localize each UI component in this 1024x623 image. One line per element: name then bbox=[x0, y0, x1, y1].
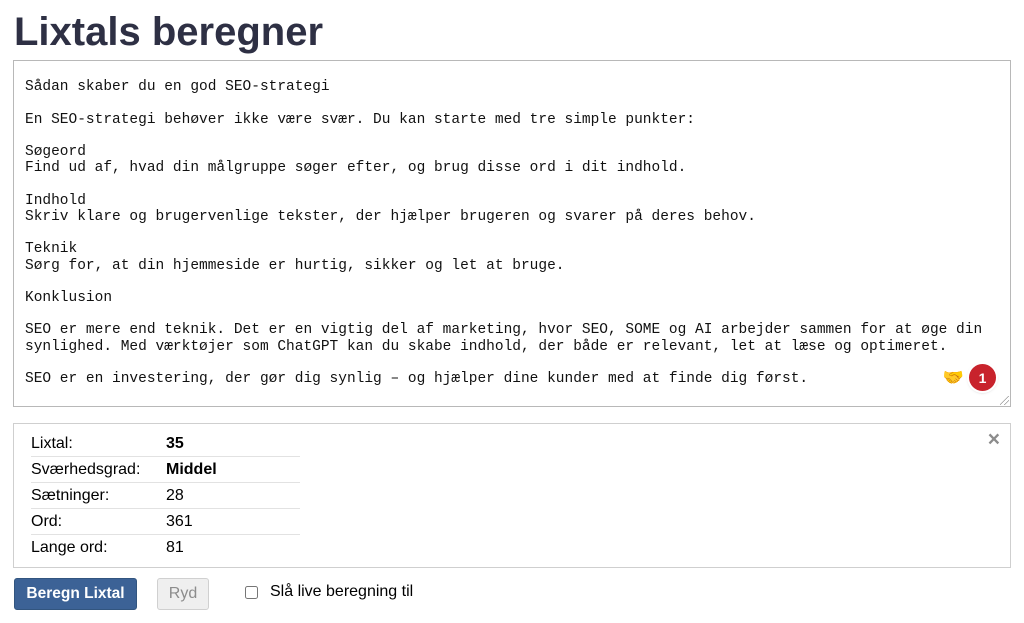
stat-label: Lixtal: bbox=[31, 431, 166, 457]
stats-table: Lixtal: 35 Sværhedsgrad: Middel Sætninge… bbox=[31, 431, 300, 560]
stat-row-difficulty: Sværhedsgrad: Middel bbox=[31, 456, 300, 483]
live-calculation-label: Slå live beregning til bbox=[270, 583, 414, 600]
page-title: Lixtals beregner bbox=[14, 10, 324, 54]
stat-value: 361 bbox=[166, 508, 300, 535]
stat-label: Ord: bbox=[31, 508, 166, 535]
stat-value: Middel bbox=[166, 456, 300, 483]
handshake-icon[interactable]: 🤝 bbox=[943, 369, 964, 386]
stat-value: 81 bbox=[166, 538, 184, 556]
stat-label: Sætninger: bbox=[31, 482, 166, 509]
grammar-badge[interactable]: 1 bbox=[969, 364, 996, 391]
stat-row-long-words: Lange ord: 81 bbox=[31, 535, 300, 561]
results-panel: × Lixtal: 35 Sværhedsgrad: Middel Sætnin… bbox=[13, 423, 1011, 568]
stat-value: 35 bbox=[166, 431, 300, 457]
stat-row-sentences: Sætninger: 28 bbox=[31, 482, 300, 509]
stat-value: 28 bbox=[166, 482, 300, 509]
live-calculation-toggle[interactable]: Slå live beregning til bbox=[242, 583, 413, 601]
calculate-button[interactable]: Beregn Lixtal bbox=[14, 578, 137, 610]
stat-row-lixtal: Lixtal: 35 bbox=[31, 431, 300, 457]
stat-label: Lange ord: bbox=[31, 538, 108, 556]
clear-button[interactable]: Ryd bbox=[157, 578, 209, 610]
stat-label: Sværhedsgrad: bbox=[31, 456, 166, 483]
stat-row-words: Ord: 361 bbox=[31, 508, 300, 535]
editor-text[interactable]: din viden med AI, står du stærkt i dit S… bbox=[25, 61, 995, 387]
resize-handle-icon[interactable] bbox=[1000, 396, 1009, 405]
live-calculation-checkbox[interactable] bbox=[245, 585, 258, 599]
text-editor[interactable]: din viden med AI, står du stærkt i dit S… bbox=[13, 60, 1011, 407]
close-icon[interactable]: × bbox=[988, 428, 1000, 452]
